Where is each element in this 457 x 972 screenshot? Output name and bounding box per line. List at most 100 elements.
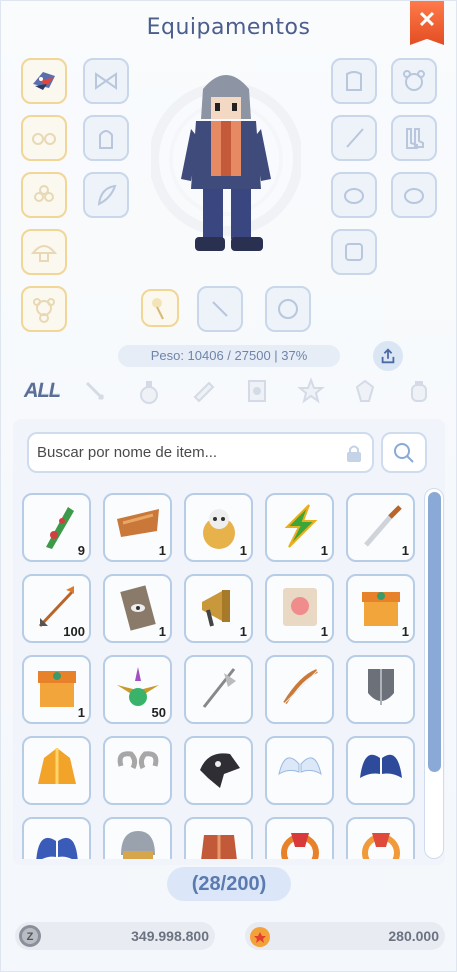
inventory-slot[interactable]: [346, 817, 415, 859]
card-frame-icon: [345, 243, 363, 261]
filter-consumables[interactable]: [131, 373, 167, 409]
item-quantity: 100: [63, 624, 85, 639]
filter-weapons[interactable]: [77, 373, 113, 409]
weight-indicator: Peso: 10406 / 27500 | 37%: [118, 345, 340, 367]
orb-icon: [278, 299, 298, 319]
filter-favorites[interactable]: [293, 373, 329, 409]
shadow-shield-slot[interactable]: [265, 286, 311, 332]
green-plant-icon: [46, 507, 74, 549]
search-input[interactable]: [27, 432, 374, 473]
zeny-display: Z 349.998.800: [15, 922, 215, 950]
inventory-slot[interactable]: [265, 817, 334, 859]
bird-mask-icon: [33, 72, 55, 90]
blue-wings-icon: [360, 754, 402, 778]
ram-horns-icon: [117, 751, 159, 770]
inventory-slot[interactable]: [346, 655, 415, 724]
inventory-slot[interactable]: [184, 655, 253, 724]
inventory-slot[interactable]: [346, 736, 415, 805]
card-icon: [248, 380, 266, 402]
glove-slot[interactable]: [83, 115, 129, 161]
pet-slot[interactable]: [21, 286, 67, 332]
inventory-slot[interactable]: 9: [22, 493, 91, 562]
inventory-slot[interactable]: 100: [22, 574, 91, 643]
halberd-icon: [202, 668, 236, 708]
close-button[interactable]: ✕: [410, 1, 444, 45]
inventory-slot[interactable]: [265, 736, 334, 805]
share-icon: [381, 348, 395, 364]
item-quantity: 1: [239, 624, 247, 639]
headgear-mid-slot[interactable]: [21, 115, 67, 161]
scrollbar-thumb[interactable]: [428, 492, 441, 772]
item-quantity: 1: [77, 705, 85, 720]
inventory-slot[interactable]: [184, 736, 253, 805]
item-quantity: 1: [158, 543, 166, 558]
glasses-icon: [32, 133, 56, 145]
ammo-slot[interactable]: [141, 289, 179, 327]
filter-misc[interactable]: [401, 373, 437, 409]
accessory-right-slot[interactable]: [391, 172, 437, 218]
feather-slot[interactable]: [83, 172, 129, 218]
window-title: Equipamentos: [146, 15, 311, 40]
inventory-slot[interactable]: [22, 736, 91, 805]
inventory-slot[interactable]: 1: [265, 574, 334, 643]
filter-all[interactable]: ALL: [17, 373, 67, 409]
inventory-slot[interactable]: 1: [22, 655, 91, 724]
accessory-left-slot[interactable]: [331, 172, 377, 218]
filter-cards[interactable]: [239, 373, 275, 409]
blue-wings-2-icon: [36, 837, 78, 859]
item-quantity: 1: [239, 543, 247, 558]
inventory-slot[interactable]: [22, 817, 91, 859]
lightning-bolt-icon: [284, 504, 318, 548]
flower-icon: [34, 185, 54, 202]
share-button[interactable]: [373, 341, 403, 371]
bear-icon: [403, 70, 425, 91]
filter-gems[interactable]: [347, 373, 383, 409]
weapon-slot[interactable]: [331, 115, 377, 161]
headgear-top-slot[interactable]: [21, 58, 67, 104]
fur-pelt-icon: [117, 509, 159, 537]
item-quantity: 1: [320, 624, 328, 639]
gift-box-open-icon: [38, 671, 76, 707]
search-button[interactable]: [381, 432, 427, 473]
armor-slot[interactable]: [331, 58, 377, 104]
badge-ring-2-icon: [362, 833, 400, 859]
filter-scrolls[interactable]: [185, 373, 221, 409]
inventory-slot[interactable]: [103, 736, 172, 805]
lock-icon[interactable]: [343, 442, 365, 464]
inventory-slot[interactable]: [265, 655, 334, 724]
shoes-slot[interactable]: [391, 115, 437, 161]
headgear-low-slot[interactable]: [21, 172, 67, 218]
costume-slot[interactable]: [21, 229, 67, 275]
shield-icon: [368, 669, 394, 705]
red-armor-icon: [201, 835, 237, 859]
inventory-grid: 9 1 1 1 1 100 1 1 1 1 1 50: [21, 493, 421, 859]
inventory-slot[interactable]: 1: [265, 493, 334, 562]
category-filters: ALL: [15, 373, 445, 411]
inventory-scrollbar[interactable]: [424, 488, 444, 859]
jar-icon: [411, 381, 427, 402]
item-quantity: 1: [158, 624, 166, 639]
cash-display: 280.000: [245, 922, 445, 950]
item-quantity: 1: [401, 624, 409, 639]
megaphone-icon: [202, 590, 230, 627]
garment-slot[interactable]: [391, 58, 437, 104]
svg-text:Z: Z: [27, 931, 34, 943]
item-quantity: 50: [151, 705, 166, 720]
golden-robe-icon: [38, 748, 76, 784]
inventory-slot[interactable]: [103, 817, 172, 859]
item-quantity: 1: [320, 543, 328, 558]
shadow-weapon-slot[interactable]: [197, 286, 243, 332]
inventory-slot[interactable]: 1: [103, 493, 172, 562]
inventory-slot[interactable]: 1: [184, 574, 253, 643]
item-quantity: 1: [401, 543, 409, 558]
crow-mask-icon: [200, 753, 240, 788]
inventory-slot[interactable]: 1: [346, 574, 415, 643]
inventory-slot[interactable]: 1: [103, 574, 172, 643]
inventory-slot[interactable]: 50: [103, 655, 172, 724]
ring-icon: [404, 188, 424, 204]
inventory-slot[interactable]: 1: [184, 493, 253, 562]
card-slot[interactable]: [331, 229, 377, 275]
inventory-slot[interactable]: [184, 817, 253, 859]
ribbon-slot[interactable]: [83, 58, 129, 104]
inventory-slot[interactable]: 1: [346, 493, 415, 562]
